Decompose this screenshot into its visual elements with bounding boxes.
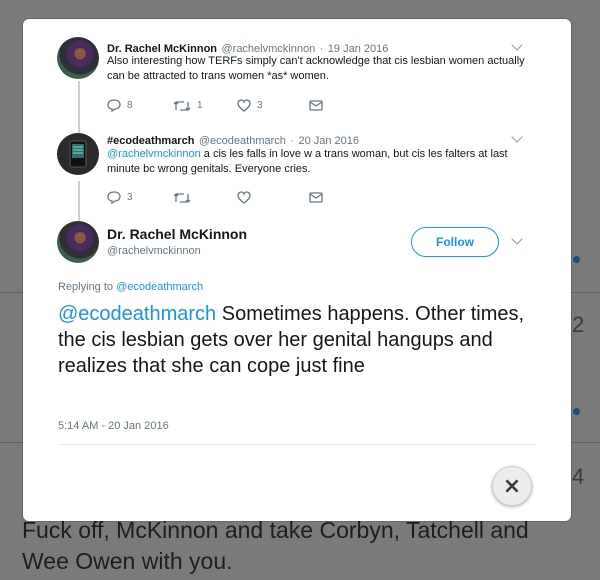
separator: · (290, 135, 295, 147)
background-dot (573, 256, 580, 263)
like-count: 3 (257, 100, 263, 111)
device-icon (69, 140, 87, 168)
retweet-icon (173, 100, 191, 111)
message-button[interactable] (309, 100, 323, 111)
main-author-handle[interactable]: @rachelvmckinnon (107, 245, 201, 257)
avatar[interactable] (57, 221, 99, 263)
close-icon: × (502, 473, 522, 499)
tweet-author-name[interactable]: #ecodeathmarch (107, 135, 194, 147)
retweet-button[interactable]: 1 (173, 100, 237, 112)
replying-to: Replying to @ecodeathmarch (58, 281, 203, 293)
close-button[interactable]: × (492, 466, 532, 506)
replying-to-link[interactable]: @ecodeathmarch (116, 281, 203, 293)
mention-link[interactable]: @rachelvmckinnon (107, 148, 201, 160)
tweet-date[interactable]: 20 Jan 2016 (298, 135, 359, 147)
message-button[interactable] (309, 192, 323, 203)
background-tweet-line: Wee Owen with you. (22, 548, 233, 574)
envelope-icon (309, 100, 323, 111)
divider (58, 444, 536, 445)
background-count: 4 (572, 464, 585, 489)
background-dot (573, 408, 580, 415)
reply-icon (107, 191, 121, 204)
retweet-count: 1 (197, 100, 203, 111)
background-count: 2 (572, 312, 585, 337)
main-tweet-text: @ecodeathmarch Sometimes happens. Other … (58, 301, 528, 379)
chevron-down-icon[interactable] (511, 131, 523, 143)
heart-icon (237, 99, 251, 112)
tweet-text: Also interesting how TERFs simply can't … (107, 55, 525, 82)
reply-icon (107, 99, 121, 112)
tweet-modal: Dr. Rachel McKinnon @rachelvmckinnon · 1… (23, 19, 571, 521)
reply-count: 8 (127, 100, 133, 111)
thread-connector (78, 81, 80, 133)
retweet-button[interactable] (173, 192, 237, 204)
retweet-icon (173, 192, 191, 203)
avatar[interactable] (57, 133, 99, 175)
like-button[interactable]: 3 (237, 99, 309, 112)
avatar[interactable] (57, 37, 99, 79)
follow-button[interactable]: Follow (411, 227, 499, 257)
heart-icon (237, 191, 251, 204)
chevron-down-icon[interactable] (511, 233, 523, 245)
reply-count: 3 (127, 192, 133, 203)
envelope-icon (309, 192, 323, 203)
tweet-author-handle[interactable]: @ecodeathmarch (199, 135, 286, 147)
like-button[interactable] (237, 191, 309, 204)
tweet-text: @rachelvmckinnon a cis les falls in love… (107, 147, 537, 177)
background-tweet-line: Fuck off, McKinnon and take Corbyn, Tatc… (22, 517, 529, 543)
reply-button[interactable]: 3 (107, 191, 173, 204)
mention-link[interactable]: @ecodeathmarch (58, 303, 216, 325)
main-author-name[interactable]: Dr. Rachel McKinnon (107, 226, 247, 242)
tweet-timestamp[interactable]: 5:14 AM - 20 Jan 2016 (58, 420, 169, 432)
reply-button[interactable]: 8 (107, 99, 173, 112)
chevron-down-icon[interactable] (511, 39, 523, 51)
replying-prefix: Replying to (58, 281, 117, 293)
thread-connector (78, 181, 80, 221)
